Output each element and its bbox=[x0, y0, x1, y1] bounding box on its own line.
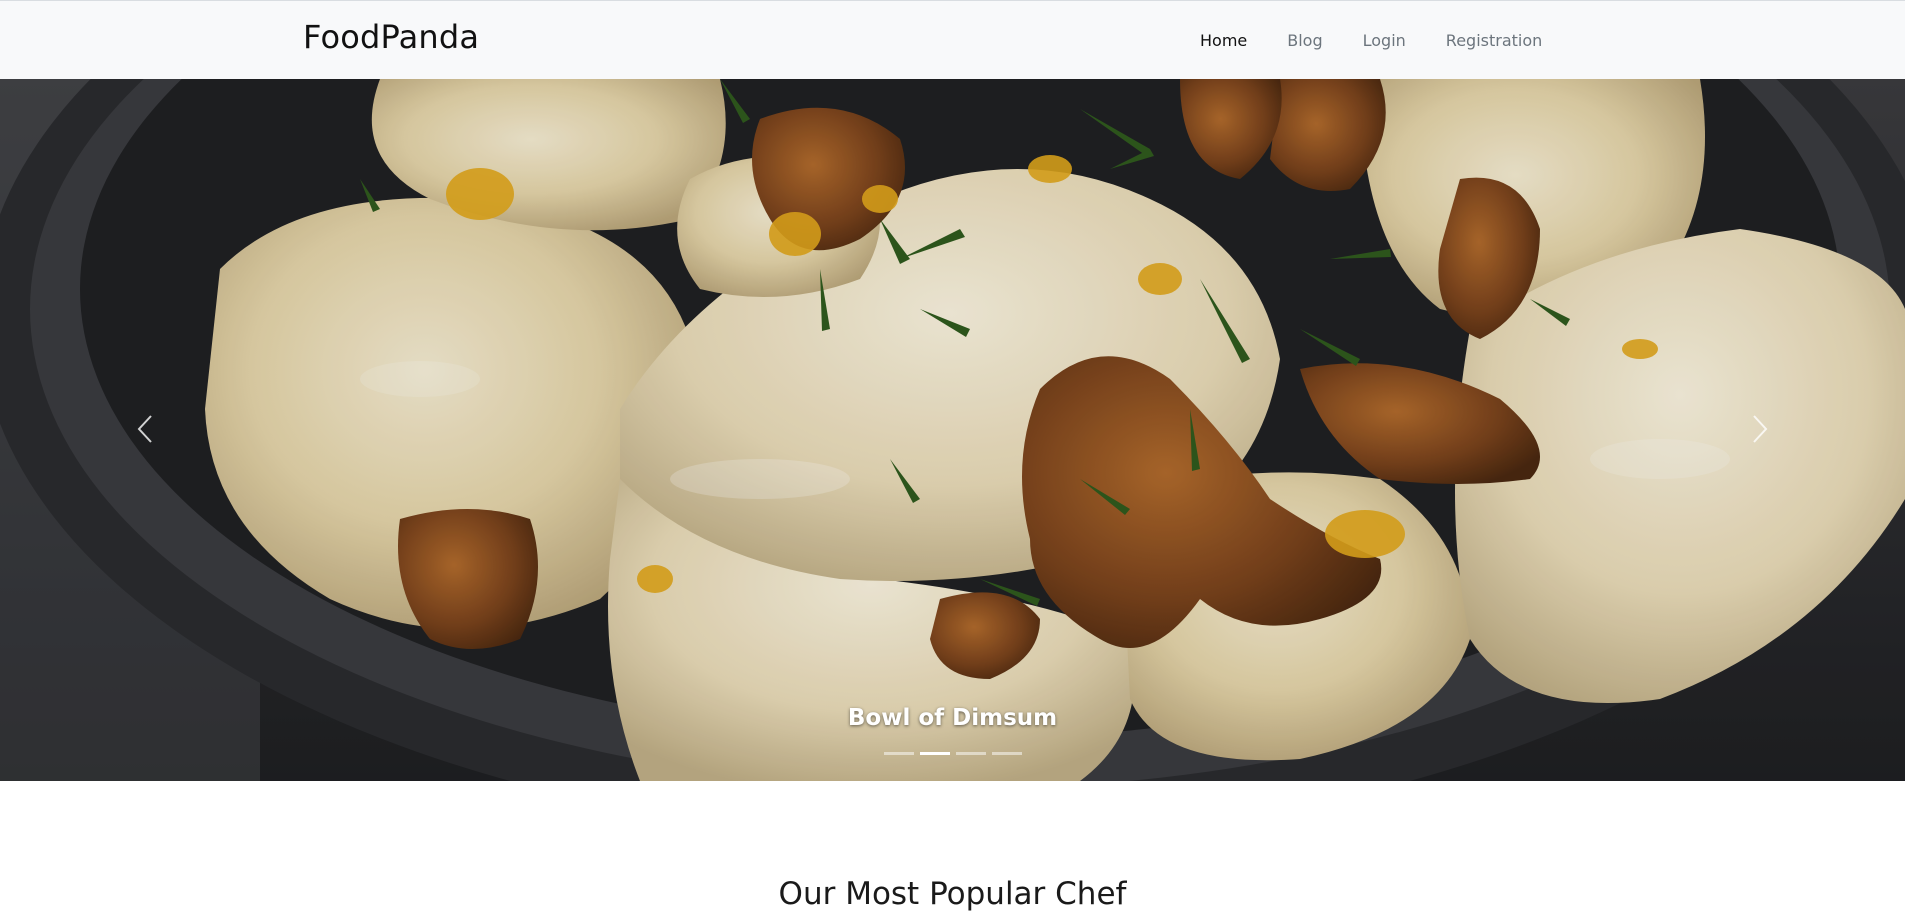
section-title: Our Most Popular Chef bbox=[778, 876, 1127, 912]
carousel-indicator-3[interactable] bbox=[955, 752, 986, 755]
carousel-caption: Bowl of Dimsum bbox=[847, 705, 1058, 731]
nav-link-login[interactable]: Login bbox=[1343, 1, 1426, 80]
carousel-next-button[interactable] bbox=[1725, 389, 1795, 469]
chevron-left-icon bbox=[137, 415, 152, 443]
carousel-indicator-4[interactable] bbox=[991, 752, 1022, 755]
carousel-indicators bbox=[0, 752, 1905, 755]
hero-carousel: Bowl of Dimsum bbox=[0, 79, 1905, 781]
chevron-right-icon bbox=[1753, 415, 1768, 443]
nav-link-home[interactable]: Home bbox=[1180, 1, 1267, 80]
page: FoodPanda Home Blog Login Registration B… bbox=[0, 0, 1905, 921]
carousel-indicator-1[interactable] bbox=[883, 752, 914, 755]
brand-logo[interactable]: FoodPanda bbox=[303, 18, 479, 56]
dimsum-photo bbox=[0, 79, 1905, 781]
nav-menu: Home Blog Login Registration bbox=[1180, 1, 1562, 80]
nav-link-blog[interactable]: Blog bbox=[1267, 1, 1342, 80]
nav-link-registration[interactable]: Registration bbox=[1426, 1, 1562, 80]
carousel-prev-button[interactable] bbox=[110, 389, 180, 469]
navbar: FoodPanda Home Blog Login Registration bbox=[0, 0, 1905, 79]
carousel-indicator-2[interactable] bbox=[919, 752, 950, 755]
